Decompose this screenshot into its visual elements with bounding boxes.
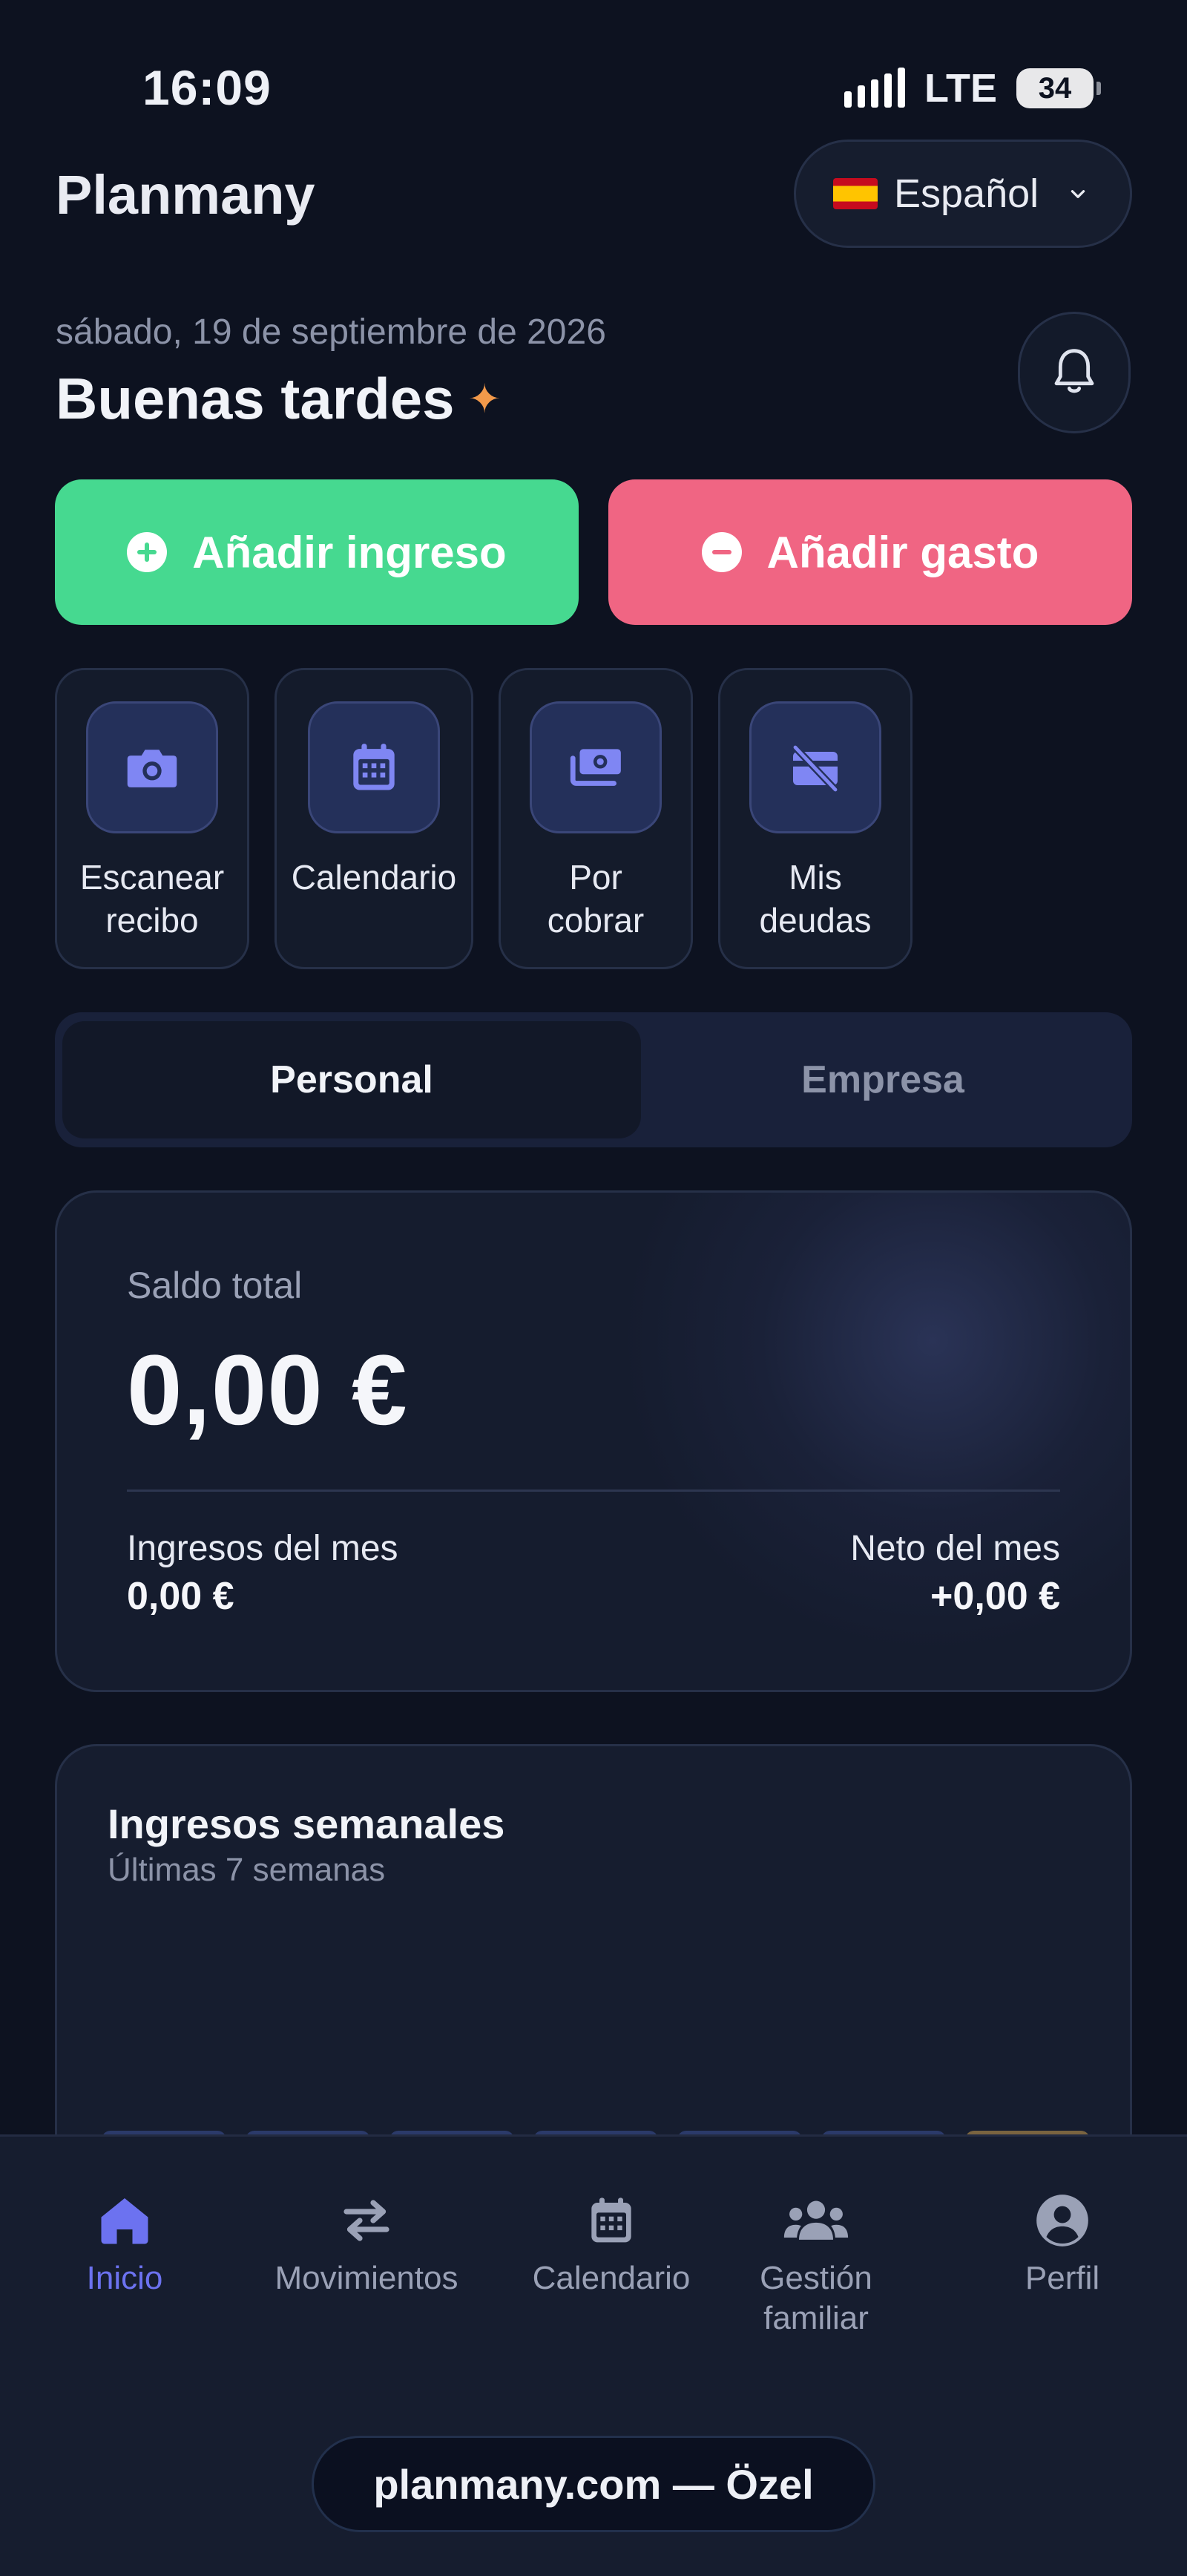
chevron-down-icon — [1071, 190, 1085, 198]
nav-item-calendar[interactable]: Calendario — [500, 2187, 723, 2298]
monthly-net-label: Neto del mes — [850, 1529, 1060, 1568]
weekly-income-title: Ingresos semanales — [108, 1800, 505, 1847]
quick-action-label: Calendario — [291, 858, 457, 897]
quick-action-scan-receipt[interactable]: Escanear recibo — [55, 668, 249, 969]
spain-flag-icon — [833, 178, 878, 209]
battery-icon: 34 — [1016, 68, 1101, 108]
bell-icon — [1054, 349, 1094, 393]
nav-item-home[interactable]: Inicio — [13, 2187, 236, 2298]
monthly-income-label: Ingresos del mes — [127, 1529, 398, 1568]
monthly-income-value: 0,00 € — [127, 1575, 234, 1618]
card-off-icon — [749, 701, 881, 833]
nav-label: Inicio — [86, 2260, 163, 2296]
home-screen: 16:09 LTE 34 Planmany Español sábado, 19… — [0, 0, 1187, 2576]
balance-card: Saldo total 0,00 € Ingresos del mes 0,00… — [55, 1190, 1132, 1692]
add-income-label: Añadir ingreso — [192, 527, 507, 577]
nav-item-family[interactable]: Gestión familiar — [705, 2187, 927, 2339]
quick-action-receivables[interactable]: Por cobrar — [499, 668, 693, 969]
tab-personal[interactable]: Personal — [62, 1021, 641, 1138]
camera-icon — [86, 701, 218, 833]
add-income-button[interactable]: Añadir ingreso — [55, 479, 579, 625]
nav-item-movements[interactable]: Movimientos — [255, 2187, 478, 2298]
sparkle-icon: ✦ — [467, 377, 502, 422]
home-icon — [13, 2187, 236, 2254]
total-balance-label: Saldo total — [127, 1265, 303, 1306]
nav-label: Movimientos — [274, 2260, 458, 2296]
monthly-net-value: +0,00 € — [930, 1575, 1060, 1618]
quick-action-label: Por cobrar — [547, 858, 645, 940]
weekly-income-subtitle: Últimas 7 semanas — [108, 1852, 386, 1888]
tab-business[interactable]: Empresa — [641, 1021, 1125, 1138]
greeting-title: Buenas tardes ✦ — [56, 365, 502, 433]
minus-circle-icon — [701, 532, 742, 572]
arrows-icon — [255, 2187, 478, 2254]
divider — [127, 1489, 1060, 1492]
app-title: Planmany — [56, 164, 315, 226]
add-expense-button[interactable]: Añadir gasto — [608, 479, 1132, 625]
quick-action-label: Escanear recibo — [79, 858, 225, 940]
status-time: 16:09 — [142, 60, 272, 115]
greeting-text: Buenas tardes — [56, 366, 455, 431]
nav-label: Gestión familiar — [760, 2260, 872, 2336]
total-balance-amount: 0,00 € — [127, 1335, 408, 1446]
current-date: sábado, 19 de septiembre de 2026 — [56, 312, 606, 352]
calendar-icon — [500, 2187, 723, 2254]
notifications-button[interactable] — [1018, 312, 1131, 433]
nav-label: Calendario — [532, 2260, 691, 2296]
quick-action-label: Mis deudas — [759, 858, 872, 940]
network-label: LTE — [924, 66, 997, 111]
language-select[interactable]: Español — [794, 140, 1132, 248]
money-icon — [530, 701, 662, 833]
nav-item-profile[interactable]: Perfil — [951, 2187, 1174, 2298]
signal-icon — [844, 68, 906, 108]
user-circle-icon — [951, 2187, 1174, 2254]
calendar-icon — [308, 701, 440, 833]
plus-circle-icon — [127, 532, 168, 572]
account-type-toggle: Personal Empresa — [55, 1012, 1132, 1147]
quick-action-calendar[interactable]: Calendario — [274, 668, 473, 969]
people-icon — [705, 2187, 927, 2254]
add-expense-label: Añadir gasto — [766, 527, 1039, 577]
nav-label: Perfil — [1025, 2260, 1100, 2296]
status-indicators: LTE 34 — [844, 65, 1101, 111]
language-label: Español — [894, 171, 1039, 216]
browser-url-bar[interactable]: planmany.com — Özel — [312, 2436, 875, 2532]
quick-action-my-debts[interactable]: Mis deudas — [718, 668, 913, 969]
